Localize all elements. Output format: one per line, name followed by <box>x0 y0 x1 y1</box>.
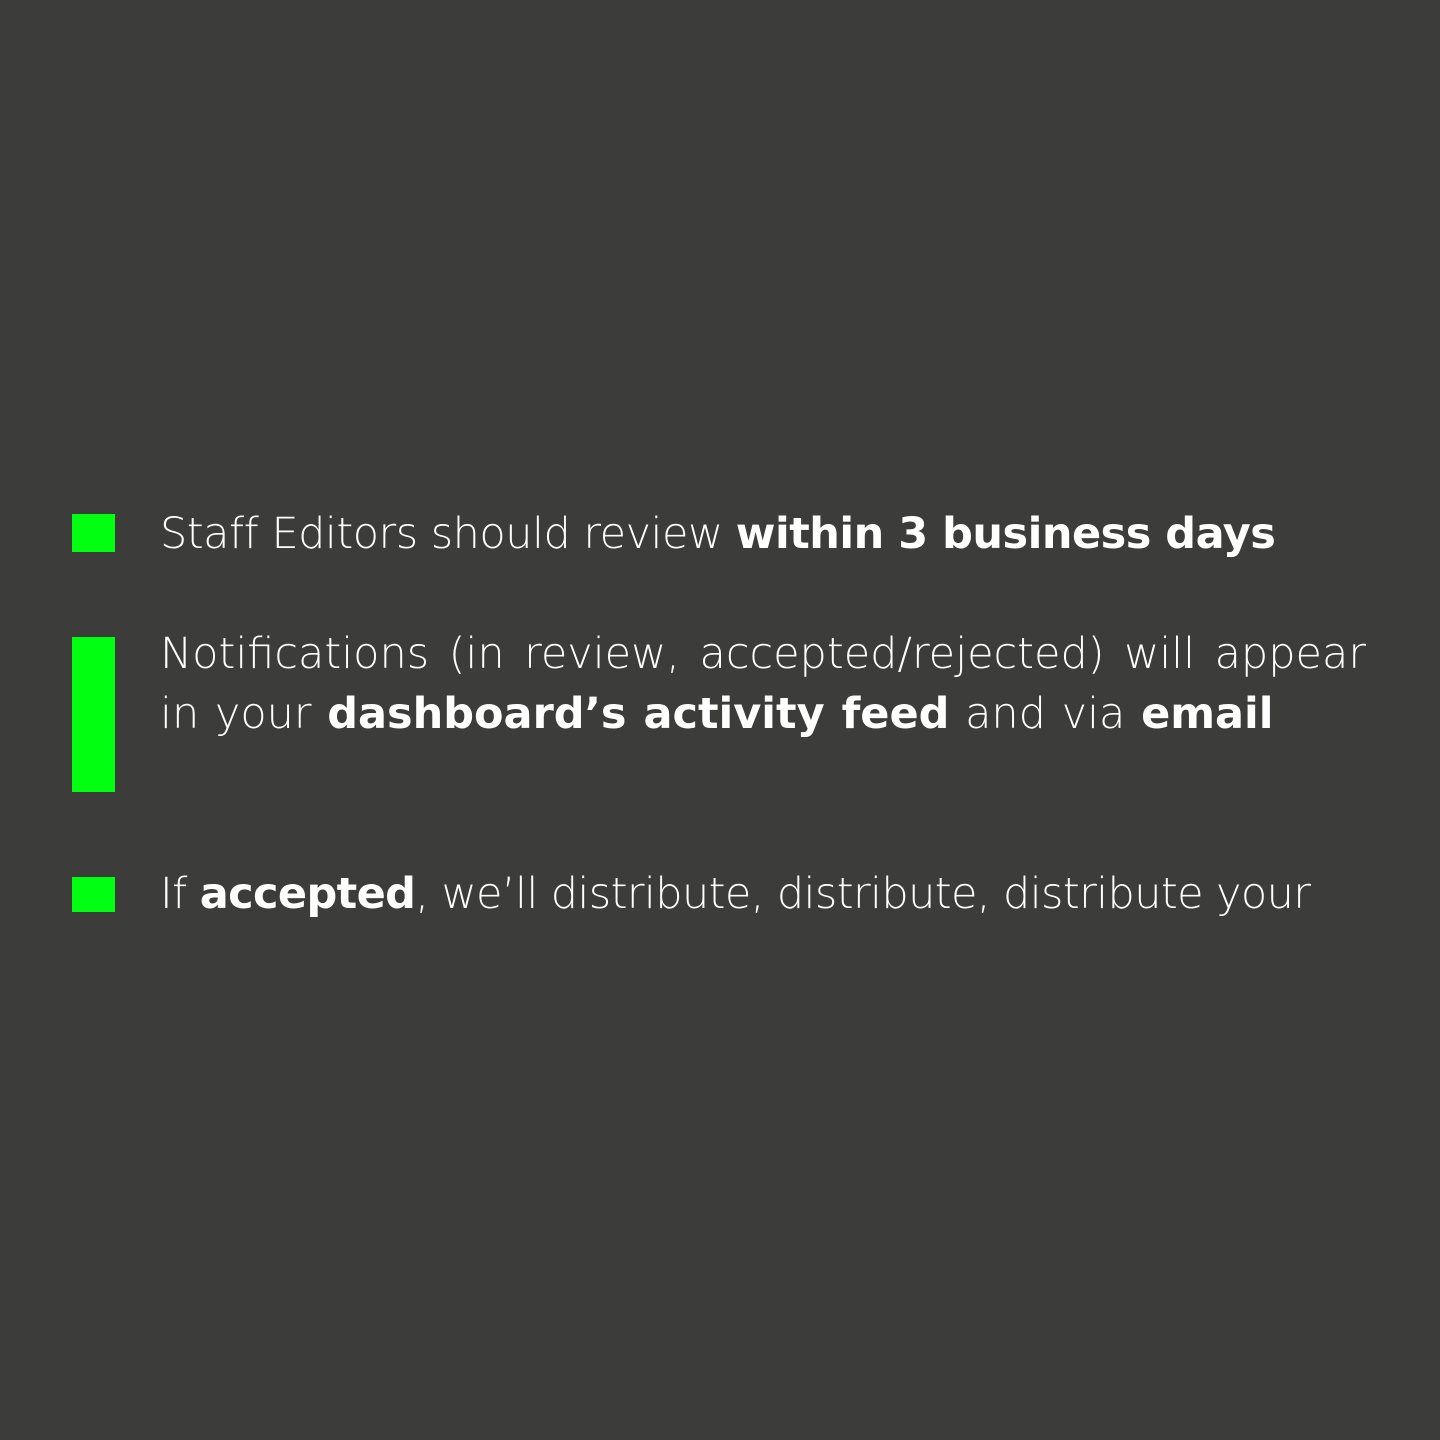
green-bullet-marker <box>72 637 115 792</box>
text-segment-bold: dashboard’s activity feed <box>327 689 950 739</box>
bullet-text: If accepted, we’ll distribute, distribut… <box>160 864 1366 924</box>
text-segment-bold: within 3 business days <box>735 509 1276 559</box>
text-segment: , we’ll distribute, distribute, distribu… <box>415 869 1311 919</box>
green-bullet-marker <box>72 877 115 912</box>
text-segment: Staff Editors should review <box>160 509 736 559</box>
bullet-text: Staff Editors should review within 3 bus… <box>160 504 1366 564</box>
bullet-text: Notifications (in review, accepted/rejec… <box>160 624 1366 744</box>
green-bullet-marker <box>72 514 115 552</box>
text-segment-bold: accepted <box>199 869 416 919</box>
text-segment: and via <box>949 689 1142 739</box>
text-segment-bold: email <box>1141 689 1274 739</box>
text-segment: If <box>160 869 200 919</box>
